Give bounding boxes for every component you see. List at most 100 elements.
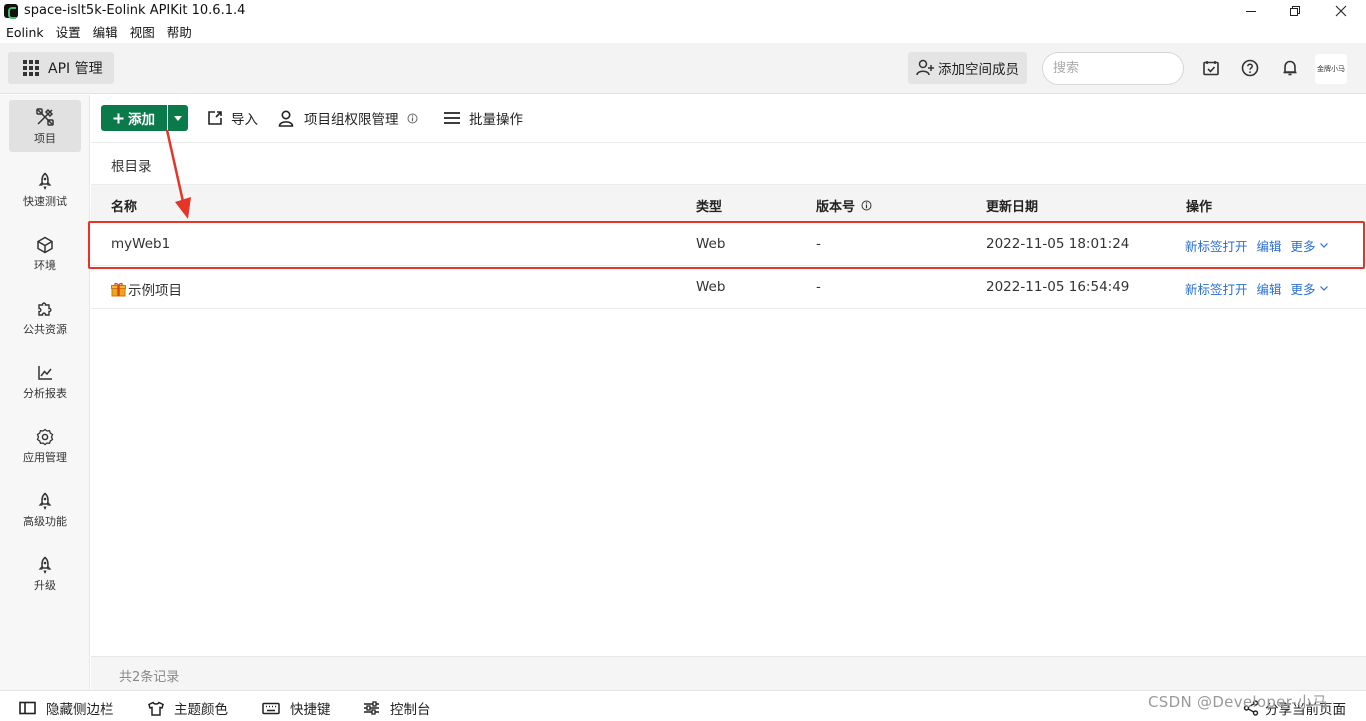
- calendar-check-icon[interactable]: [1201, 58, 1221, 78]
- toolbar: 添加 导入 项目组权限管理 批量操作: [91, 95, 1366, 143]
- window-title: space-islt5k-Eolink APIKit 10.6.1.4: [24, 3, 246, 18]
- app-logo-icon: [4, 4, 18, 19]
- sidebar-item-public-resources[interactable]: 公共资源: [9, 292, 81, 344]
- sidebar-item-app-management[interactable]: 应用管理: [9, 420, 81, 472]
- module-label: API 管理: [48, 61, 103, 77]
- chart-icon: [38, 365, 52, 380]
- puzzle-icon: [38, 301, 52, 316]
- chevron-down-icon: [1319, 286, 1328, 291]
- sidebar-item-upgrade[interactable]: 升级: [9, 548, 81, 600]
- add-button[interactable]: 添加: [101, 105, 167, 131]
- add-member-button[interactable]: 添加空间成员: [908, 52, 1027, 84]
- highlight-box: [88, 221, 1365, 269]
- shirt-icon: [148, 700, 164, 716]
- column-name: 名称: [111, 200, 138, 215]
- menu-eolink[interactable]: Eolink: [0, 23, 50, 43]
- rocket-icon: [38, 556, 52, 574]
- column-actions: 操作: [1186, 200, 1213, 215]
- restore-icon: [1290, 6, 1300, 16]
- column-updated: 更新日期: [986, 200, 1039, 215]
- sidebar-label: 快速测试: [23, 194, 67, 208]
- sidebar-label: 环境: [34, 258, 56, 272]
- edit-link[interactable]: 编辑: [1257, 279, 1282, 298]
- gift-icon: [111, 282, 126, 296]
- project-name: 示例项目: [128, 283, 182, 299]
- status-bar: 隐藏侧边栏 主题颜色 快捷键 控制台 分享当前页面 CSDN @Develope…: [0, 690, 1366, 721]
- column-type: 类型: [696, 200, 723, 215]
- annotation-arrow: [165, 129, 191, 219]
- shortcuts-button[interactable]: 快捷键: [262, 698, 331, 718]
- hide-sidebar-label: 隐藏侧边栏: [46, 702, 114, 718]
- rocket-icon: [38, 172, 52, 190]
- sliders-icon: [364, 701, 379, 715]
- user-icon: [278, 109, 294, 127]
- info-icon: [861, 200, 872, 211]
- gear-icon: [36, 428, 54, 445]
- menu-view[interactable]: 视图: [124, 23, 161, 43]
- minimize-button[interactable]: [1228, 0, 1274, 22]
- sidebar-item-analytics[interactable]: 分析报表: [9, 356, 81, 408]
- help-icon[interactable]: [1240, 58, 1260, 78]
- add-member-label: 添加空间成员: [938, 62, 1019, 78]
- import-label: 导入: [231, 112, 258, 128]
- sidebar-label: 高级功能: [23, 514, 67, 528]
- cube-icon: [37, 236, 53, 253]
- top-header: API 管理 添加空间成员 金牌小马: [0, 43, 1366, 94]
- more-dropdown[interactable]: 更多: [1291, 279, 1328, 298]
- sidebar-item-quick-test[interactable]: 快速测试: [9, 164, 81, 216]
- theme-color-label: 主题颜色: [174, 702, 228, 718]
- import-button[interactable]: 导入: [207, 107, 258, 129]
- menu-settings[interactable]: 设置: [50, 23, 87, 43]
- project-icon: [36, 107, 54, 126]
- keyboard-icon: [262, 702, 280, 714]
- project-version: -: [816, 279, 821, 295]
- permission-management-button[interactable]: 项目组权限管理: [278, 107, 418, 129]
- sidebar-label: 升级: [34, 578, 56, 592]
- project-updated: 2022-11-05 16:54:49: [986, 279, 1130, 295]
- batch-operation-button[interactable]: 批量操作: [443, 107, 523, 129]
- record-count: 共2条记录: [119, 670, 180, 685]
- module-switcher[interactable]: API 管理: [8, 52, 114, 84]
- project-name-cell[interactable]: 示例项目: [111, 279, 182, 299]
- sidebar-toggle-icon: [19, 701, 36, 715]
- sidebar-label: 分析报表: [23, 386, 67, 400]
- batch-label: 批量操作: [469, 112, 523, 128]
- close-icon: [1335, 5, 1347, 17]
- search-input[interactable]: [1042, 52, 1184, 85]
- sidebar: 项目 快速测试 环境 公共资源 分析报表 应用管理 高级功能 升级: [0, 95, 90, 690]
- record-count-bar: 共2条记录: [91, 656, 1366, 690]
- bell-icon[interactable]: [1280, 58, 1300, 78]
- sidebar-item-advanced[interactable]: 高级功能: [9, 484, 81, 536]
- list-icon: [444, 112, 460, 124]
- open-new-tab-link[interactable]: 新标签打开: [1185, 279, 1248, 298]
- column-version-label: 版本号: [816, 200, 856, 215]
- sidebar-item-environment[interactable]: 环境: [9, 228, 81, 280]
- console-button[interactable]: 控制台: [363, 698, 431, 718]
- add-label: 添加: [128, 112, 155, 128]
- row-actions: 新标签打开 编辑 更多: [1185, 279, 1328, 298]
- close-button[interactable]: [1318, 0, 1364, 22]
- table-row[interactable]: 示例项目 Web - 2022-11-05 16:54:49 新标签打开 编辑 …: [91, 266, 1366, 309]
- column-version: 版本号: [816, 196, 872, 215]
- hide-sidebar-button[interactable]: 隐藏侧边栏: [19, 698, 114, 718]
- menu-help[interactable]: 帮助: [161, 23, 198, 43]
- permission-label: 项目组权限管理: [304, 112, 399, 128]
- rocket-icon: [38, 492, 52, 510]
- sidebar-label: 项目: [34, 131, 56, 145]
- sidebar-label: 公共资源: [23, 322, 67, 336]
- caret-down-icon: [174, 115, 182, 121]
- menu-edit[interactable]: 编辑: [87, 23, 124, 43]
- maximize-button[interactable]: [1272, 0, 1318, 22]
- project-type: Web: [696, 279, 726, 295]
- console-label: 控制台: [390, 702, 431, 718]
- minimize-icon: [1246, 11, 1256, 12]
- avatar-text: 金牌小马: [1317, 65, 1345, 73]
- breadcrumb[interactable]: 根目录: [111, 155, 152, 175]
- user-avatar[interactable]: 金牌小马: [1315, 54, 1347, 84]
- sidebar-item-project[interactable]: 项目: [9, 100, 81, 152]
- csdn-watermark: CSDN @Developer-小马: [1148, 693, 1328, 711]
- info-icon: [407, 113, 417, 123]
- import-icon: [208, 111, 222, 125]
- theme-color-button[interactable]: 主题颜色: [148, 698, 228, 718]
- grid-icon: [23, 60, 39, 76]
